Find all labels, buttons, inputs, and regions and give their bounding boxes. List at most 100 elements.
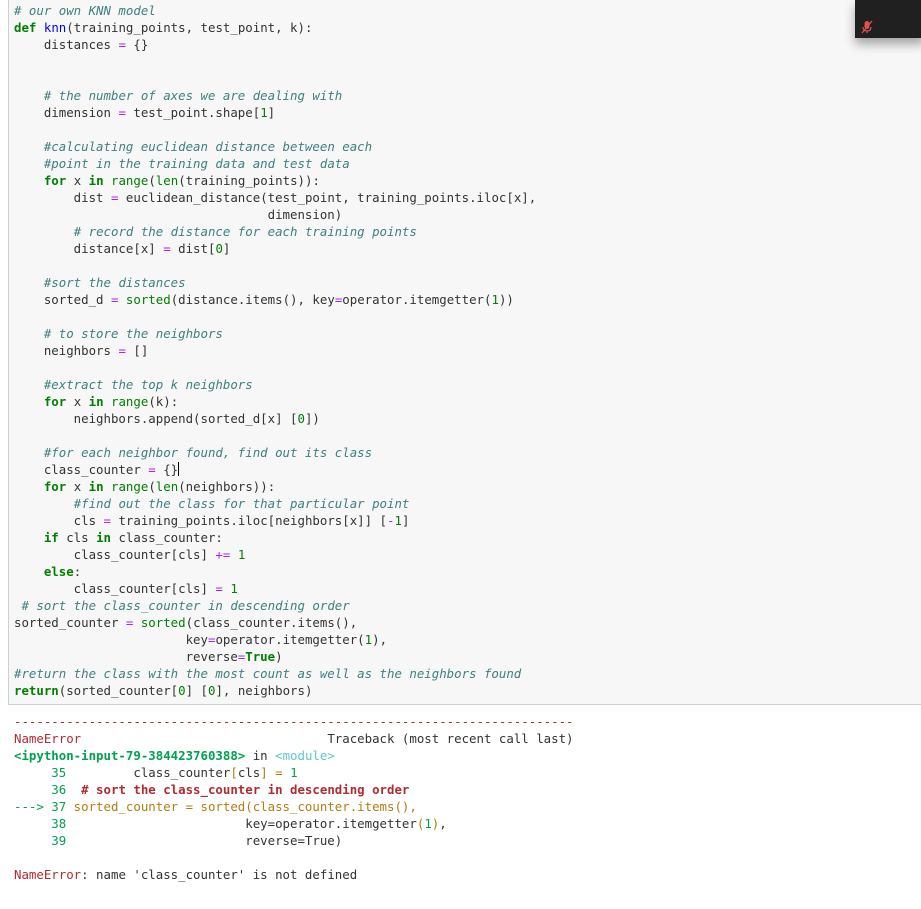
code-token: += [215,547,231,562]
code-token: [] [125,343,149,358]
traceback-token: in [245,748,276,763]
code-token: #for each neighbor found, find out its c… [43,445,373,460]
code-line: neighbors = [] [14,342,536,359]
traceback-token: <ipython-input-79-384423760388> [14,748,246,763]
code-token: cls [14,513,104,528]
code-token: #point in the training data and test dat… [43,156,350,171]
traceback-token: [ [230,765,238,780]
traceback-line: 35 class_counter[cls] = 1 [14,764,574,781]
traceback-line: ----------------------------------------… [14,713,574,730]
code-token: = [118,105,126,120]
code-token: for [43,479,67,494]
code-token: #extract the top k neighbors [43,377,253,392]
code-line: else: [14,563,536,580]
code-line: dist = euclidean_distance(test_point, tr… [14,189,537,206]
code-token: ), [372,632,388,647]
code-line: for x in range(len(training_points)): [14,172,536,189]
traceback-line: ---> 37 sorted_counter = sorted(class_co… [14,798,574,815]
code-line: dimension) [14,206,536,223]
code-token: sorted [125,292,171,307]
traceback-token [66,782,81,797]
traceback-token: NameError [14,867,82,882]
code-token: test_point.shape[ [125,105,261,120]
traceback-line: NameError Traceback (most recent call la… [14,730,574,747]
code-line: distances = {} [14,36,536,53]
traceback-token: ---> 37 [14,799,67,814]
code-token: class_counter [14,462,149,477]
code-line: for x in range(len(neighbors)): [14,478,536,495]
code-token: #sort the distances [43,275,186,290]
code-line: # our own KNN model [14,2,536,19]
code-token: x [66,173,89,188]
traceback-token: sorted_counter = sorted(class_counter.it… [66,799,417,814]
code-token: ] [401,513,410,528]
code-line: def knn(training_points, test_point, k): [14,19,536,36]
code-line: class_counter = {} [14,461,536,478]
code-line: # sort the class_counter in descending o… [14,597,536,614]
code-token: x [66,479,89,494]
traceback-line: 39 reverse=True) [14,832,574,849]
code-token: = [163,241,171,256]
code-token: {} [155,462,179,477]
code-editor[interactable]: # our own KNN model def knn(training_poin… [14,2,536,699]
muted-microphone-icon[interactable] [861,20,873,34]
code-line: #calculating euclidean distance between … [14,138,536,155]
code-token: = [215,581,223,596]
code-token: class_counter[cls] [14,547,216,562]
traceback-token: : name 'class_counter' is not defined [81,867,358,882]
code-token: (k): [148,394,179,409]
traceback-token: Traceback (most recent call last) [81,731,574,746]
code-token: else [43,564,74,579]
code-token: = [148,462,156,477]
code-cell[interactable]: # our own KNN model def knn(training_poin… [8,0,921,705]
code-line: #sort the distances [14,274,536,291]
code-token: len [155,479,179,494]
code-token: # record the distance for each training … [73,224,417,239]
code-token: cls [58,530,97,545]
code-line: #extract the top k neighbors [14,376,536,393]
traceback-token: 39 [14,833,67,848]
traceback-token: class_counter [66,765,231,780]
traceback-token: , [439,816,447,831]
code-line: dimension = test_point.shape[1] [14,104,536,121]
code-line: sorted_counter = sorted(class_counter.it… [14,614,536,631]
code-token: dist[ [170,241,216,256]
code-line: distance[x] = dist[0] [14,240,536,257]
traceback-token: 35 [14,765,67,780]
code-token: sorted_d [14,292,111,307]
traceback-token: 1 [290,765,298,780]
code-token: ], neighbors) [215,683,313,698]
code-line: # to store the neighbors [14,325,536,342]
traceback-token [283,765,290,780]
traceback-line: 38 key=operator.itemgetter(1), [14,815,574,832]
code-token: return [14,683,59,698]
code-token: ] [267,105,276,120]
traceback-token: key=operator.itemgetter [66,816,417,831]
code-token: ( [148,173,156,188]
traceback-token: cls [237,765,261,780]
code-token: # to store the neighbors [43,326,223,341]
code-token: ] [ [185,683,208,698]
code-token: sorted [140,615,186,630]
code-token: (class_counter.items(), [185,615,358,630]
code-token: for [43,173,67,188]
code-token: range [111,173,149,188]
code-token: 1 [364,632,373,647]
code-line: neighbors.append(sorted_d[x] [0]) [14,410,536,427]
code-token: operator.itemgetter( [342,292,492,307]
code-token: (sorted_counter[ [58,683,179,698]
code-token: in [88,394,104,409]
